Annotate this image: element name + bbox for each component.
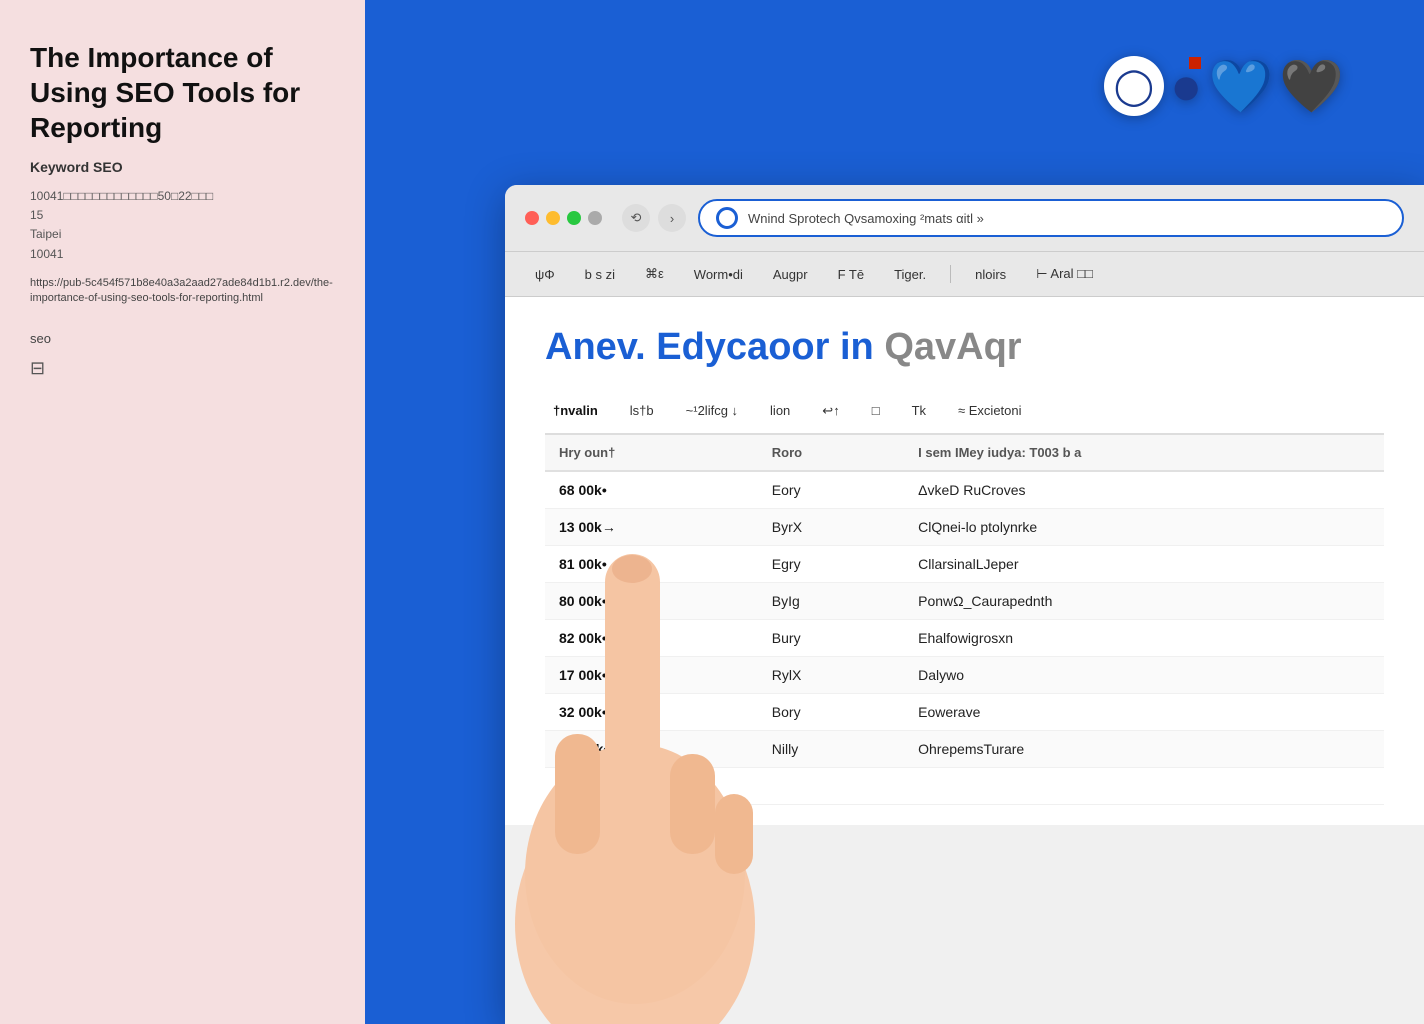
table-cell-5-2: Dalywo [904,656,1384,693]
keyword-label: Keyword SEO [30,159,335,175]
table-cell-0-2: ΔvkeD RuCroves [904,471,1384,509]
left-circle-icon: ◯ [1104,56,1164,116]
toolbar-item-aral[interactable]: ⊢ Aral □□ [1030,262,1099,286]
meta-line2: 15 [30,208,43,222]
address-text: Wnind Sprotech Qvsamoxing ²mats αitl » [748,211,1386,226]
meta-line4: 10041 [30,247,63,261]
table-cell-3-0: 80 00k• [545,582,758,619]
table-body: 68 00k•EoryΔvkeD RuCroves13 00k→ByrXClQn… [545,471,1384,805]
title-part2: Edycaoor [656,326,829,368]
table-cell-1-1: ByrX [758,508,904,545]
table-cell-6-1: Bory [758,693,904,730]
maximize-button[interactable] [567,211,581,225]
sidebar-meta: 10041□□□□□□□□□□□□□50□22□□□ 15 Taipei 100… [30,187,335,264]
table-toolbar-12lifcg[interactable]: ~¹2lifcg ↓ [678,399,746,422]
browser-window: ⟲ › Wnind Sprotech Qvsamoxing ²mats αitl… [505,185,1424,1024]
table-toolbar-excietoni[interactable]: ≈ Excietoni [950,399,1030,422]
table-cell-5-1: RylX [758,656,904,693]
browser-content: Anev. Edycaoor in QavAqr †nvalin ls†b ~¹… [505,297,1424,825]
table-toolbar-lion[interactable]: lion [762,399,798,422]
sidebar: The Importance of Using SEO Tools for Re… [0,0,365,1024]
table-cell-2-2: CllarsinalLJeper [904,545,1384,582]
toolbar-item-1[interactable]: b s zi [579,263,621,286]
col-header-3: I sem IMey iudya: T003 b a [904,435,1384,471]
table-cell-1-0: 13 00k→ [545,508,758,545]
table-cell-3-2: PonwΩ_Caurapednth [904,582,1384,619]
table-row: 32 00k•BoryEowerave [545,693,1384,730]
table-toolbar-arrow[interactable]: ↩↑ [814,399,847,423]
minimize-button[interactable] [546,211,560,225]
table-header-row: Hry oun† Roro I sem IMey iudya: T003 b a [545,435,1384,471]
red-dot-icon [1189,57,1201,69]
table-cell-6-2: Eowerave [904,693,1384,730]
sidebar-url: https://pub-5c454f571b8e40a3a2aad27ade84… [30,276,335,307]
table-row: 68 00k•EoryΔvkeD RuCroves [545,471,1384,509]
table-cell-7-1: Nilly [758,730,904,767]
dark-drop-icon: 🖤 [1279,56,1344,117]
content-page-title: Anev. Edycaoor in QavAqr [545,327,1384,369]
browser-nav: ⟲ › [622,204,686,232]
sidebar-tag: seo [30,331,335,346]
table-toolbar-invalin[interactable]: †nvalin [545,399,606,422]
toolbar-item-2[interactable]: ⌘ε [639,262,670,286]
table-cell-0-1: Eory [758,471,904,509]
toolbar-item-f-te[interactable]: F Tē [832,263,871,286]
icon-group: ● [1170,55,1203,117]
col-header-2: Roro [758,435,904,471]
col-header-1: Hry oun† [545,435,758,471]
table-cell-8-0: 8F 00k• [545,767,758,804]
table-cell-5-0: 17 00k• [545,656,758,693]
extra-button[interactable] [588,211,602,225]
table-toolbar: †nvalin ls†b ~¹2lifcg ↓ lion ↩↑ □ Tk ≈ E… [545,389,1384,435]
table-row: 8F 00k• [545,767,1384,804]
table-toolbar-box[interactable]: □ [864,399,888,422]
table-toolbar-lstb[interactable]: ls†b [622,399,662,422]
toolbar-item-nloirs[interactable]: nloirs [969,263,1012,286]
title-part1: Anev. [545,326,646,368]
toolbar-item-augpr[interactable]: Augpr [767,263,814,286]
table-cell-3-1: ByIg [758,582,904,619]
close-button[interactable] [525,211,539,225]
title-part3: in [840,326,874,368]
table-cell-0-0: 68 00k• [545,471,758,509]
traffic-lights [525,211,602,225]
toolbar-item-worm[interactable]: Worm•di [688,263,749,286]
table-cell-2-0: 81 00k• [545,545,758,582]
meta-line3: Taipei [30,227,61,241]
table-cell-7-0: S0 00k• [545,730,758,767]
table-cell-4-1: Bury [758,619,904,656]
back-button[interactable]: ⟲ [622,204,650,232]
page-title: The Importance of Using SEO Tools for Re… [30,40,335,145]
table-cell-4-0: 82 00k• [545,619,758,656]
table-cell-8-1 [758,767,904,804]
main-area: ◯ ● 💙 🖤 ⟲ › Wnind Sprotech Qvsamoxing ²m… [365,0,1424,1024]
address-bar[interactable]: Wnind Sprotech Qvsamoxing ²mats αitl » [698,199,1404,237]
table-cell-2-1: Egry [758,545,904,582]
table-cell-6-0: 32 00k• [545,693,758,730]
forward-button[interactable]: › [658,204,686,232]
top-icons-area: ◯ ● 💙 🖤 [1104,55,1344,117]
table-row: 80 00k•ByIgPonwΩ_Caurapednth [545,582,1384,619]
address-icon [716,207,738,229]
table-cell-8-2 [904,767,1384,804]
table-row: 17 00k•RylXDalywo [545,656,1384,693]
data-table: Hry oun† Roro I sem IMey iudya: T003 b a… [545,435,1384,805]
table-row: 82 00k•BuryEhalfowigrosxn [545,619,1384,656]
table-row: S0 00k•NillyOhrepemsTurare [545,730,1384,767]
table-cell-4-2: Ehalfowigrosxn [904,619,1384,656]
toolbar-item-tiger[interactable]: Tiger. [888,263,932,286]
table-toolbar-tk[interactable]: Tk [904,399,934,422]
heart-icon: 💙 [1209,56,1274,117]
table-row: 13 00k→ByrXClQnei-lo ptolynrke [545,508,1384,545]
meta-line1: 10041□□□□□□□□□□□□□50□22□□□ [30,189,213,203]
title-part4: QavAqr [884,326,1021,368]
table-cell-7-2: OhrepemsTurare [904,730,1384,767]
sidebar-icon: ⊟ [30,358,335,379]
toolbar-separator [950,265,951,283]
table-row: 81 00k•EgryCllarsinalLJeper [545,545,1384,582]
toolbar-item-0[interactable]: ψΦ [529,263,561,286]
browser-toolbar: ψΦ b s zi ⌘ε Worm•di Augpr F Tē Tiger. n… [505,252,1424,297]
table-cell-1-2: ClQnei-lo ptolynrke [904,508,1384,545]
browser-chrome: ⟲ › Wnind Sprotech Qvsamoxing ²mats αitl… [505,185,1424,252]
